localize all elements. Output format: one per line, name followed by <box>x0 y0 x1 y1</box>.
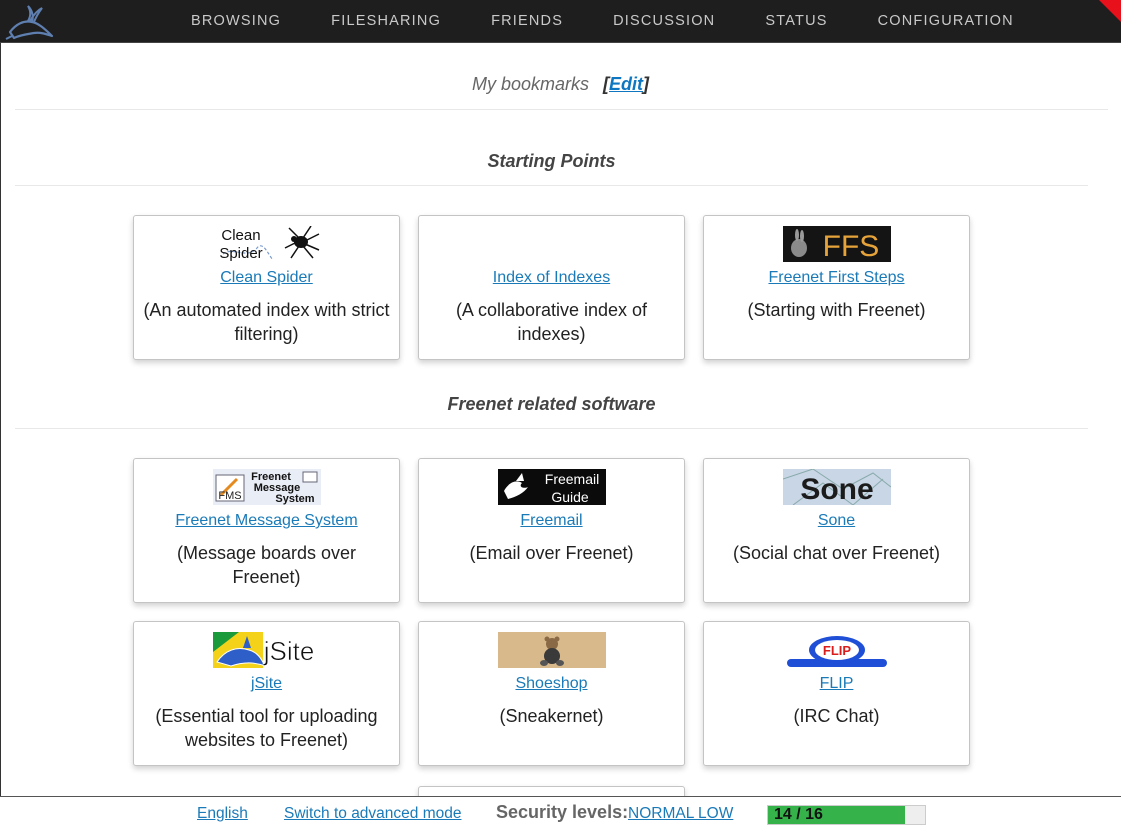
freenet-first-steps-link[interactable]: Freenet First Steps <box>704 269 969 287</box>
ffs-icon[interactable]: FFS <box>783 226 891 263</box>
language-link[interactable]: English <box>197 805 248 823</box>
freemail-link[interactable]: Freemail <box>419 512 684 530</box>
svg-text:System: System <box>275 493 314 505</box>
clean-spider-link[interactable]: Clean Spider <box>134 269 399 287</box>
switch-advanced-mode-link[interactable]: Switch to advanced mode <box>284 805 462 823</box>
svg-text:Guide: Guide <box>551 489 589 505</box>
flip-icon[interactable]: FLIP <box>783 632 891 668</box>
status-footer: English Switch to advanced mode Security… <box>0 796 1121 826</box>
index-of-indexes-description: (A collaborative index of indexes) <box>455 300 648 344</box>
alert-corner-indicator[interactable] <box>1099 0 1121 22</box>
bracket-close: ] <box>643 74 650 94</box>
freenet-rabbit-logo[interactable] <box>4 2 56 40</box>
svg-text:Freemail: Freemail <box>545 471 599 487</box>
nav-configuration[interactable]: CONFIGURATION <box>853 0 1039 43</box>
peer-connection-bar[interactable]: 14 / 16 <box>767 805 926 825</box>
sone-description: (Social chat over Freenet) <box>732 543 941 563</box>
nav-browsing[interactable]: BROWSING <box>166 0 306 43</box>
sone-link[interactable]: Sone <box>704 512 969 530</box>
fms-icon[interactable]: FMS Freenet Message System <box>213 469 321 505</box>
freemail-description: (Email over Freenet) <box>469 543 634 563</box>
sone-icon[interactable]: Sone <box>782 468 892 506</box>
bookmark-card-shoeshop: Shoeshop (Sneakernet) <box>418 621 685 766</box>
clean-spider-icon[interactable]: Clean Spider <box>213 225 321 262</box>
security-levels-link[interactable]: NORMAL LOW <box>628 805 733 823</box>
nav-friends[interactable]: FRIENDS <box>466 0 588 43</box>
edit-bookmarks-wrapper: [Edit] <box>603 74 649 94</box>
flip-description: (IRC Chat) <box>793 706 880 726</box>
bookmarks-title: My bookmarks <box>471 74 590 94</box>
top-navigation-bar: BROWSING FILESHARING FRIENDS DISCUSSION … <box>0 0 1121 43</box>
divider <box>15 185 1088 186</box>
jsite-description: (Essential tool for uploading websites t… <box>155 706 378 750</box>
nav-filesharing[interactable]: FILESHARING <box>306 0 466 43</box>
section-title-starting-points: Starting Points <box>487 151 616 171</box>
bookmark-card-freenet-first-steps: FFS Freenet First Steps (Starting with F… <box>703 215 970 360</box>
fms-description: (Message boards over Freenet) <box>176 543 357 587</box>
freemail-icon[interactable]: Freemail Guide <box>498 469 606 505</box>
index-of-indexes-link[interactable]: Index of Indexes <box>419 269 684 287</box>
svg-text:Spider: Spider <box>219 245 262 262</box>
bookmark-card-flip: FLIP FLIP (IRC Chat) <box>703 621 970 766</box>
divider <box>15 428 1088 429</box>
clean-spider-description: (An automated index with strict filterin… <box>143 300 390 344</box>
bookmark-card-freemail: Freemail Guide Freemail (Email over Free… <box>418 458 685 603</box>
jsite-icon[interactable]: jSite <box>213 632 321 668</box>
svg-text:FLIP: FLIP <box>823 643 851 658</box>
divider <box>15 109 1108 110</box>
svg-text:Sone: Sone <box>800 473 873 505</box>
bookmark-card-index-of-indexes: Index of Indexes (A collaborative index … <box>418 215 685 360</box>
svg-text:FMS: FMS <box>218 490 241 502</box>
jsite-link[interactable]: jSite <box>134 675 399 693</box>
bookmark-card-clean-spider: Clean Spider Clean Spider (An automated … <box>133 215 400 360</box>
svg-text:Clean: Clean <box>221 227 260 244</box>
bookmark-card-sone: Sone Sone (Social chat over Freenet) <box>703 458 970 603</box>
svg-text:FFS: FFS <box>823 230 880 262</box>
bookmarks-heading: My bookmarks [Edit] <box>0 74 1121 95</box>
shoeshop-description: (Sneakernet) <box>499 706 604 726</box>
shoeshop-link[interactable]: Shoeshop <box>419 675 684 693</box>
shoeshop-icon[interactable] <box>498 632 606 668</box>
section-title-freenet-software: Freenet related software <box>447 394 656 414</box>
flip-link[interactable]: FLIP <box>704 675 969 693</box>
content-left-border <box>0 43 1 803</box>
fms-link[interactable]: Freenet Message System <box>134 512 399 530</box>
nav-discussion[interactable]: DISCUSSION <box>588 0 740 43</box>
peer-count-text: 14 / 16 <box>774 806 823 823</box>
main-nav: BROWSING FILESHARING FRIENDS DISCUSSION … <box>166 0 1039 43</box>
bookmark-card-fms: FMS Freenet Message System Freenet Messa… <box>133 458 400 603</box>
edit-bookmarks-link[interactable]: Edit <box>609 74 643 94</box>
svg-text:jSite: jSite <box>263 636 315 666</box>
nav-status[interactable]: STATUS <box>740 0 852 43</box>
freenet-first-steps-description: (Starting with Freenet) <box>747 300 926 320</box>
security-levels-label: Security levels: <box>496 802 629 822</box>
bookmark-card-jsite: jSite jSite (Essential tool for uploadin… <box>133 621 400 766</box>
